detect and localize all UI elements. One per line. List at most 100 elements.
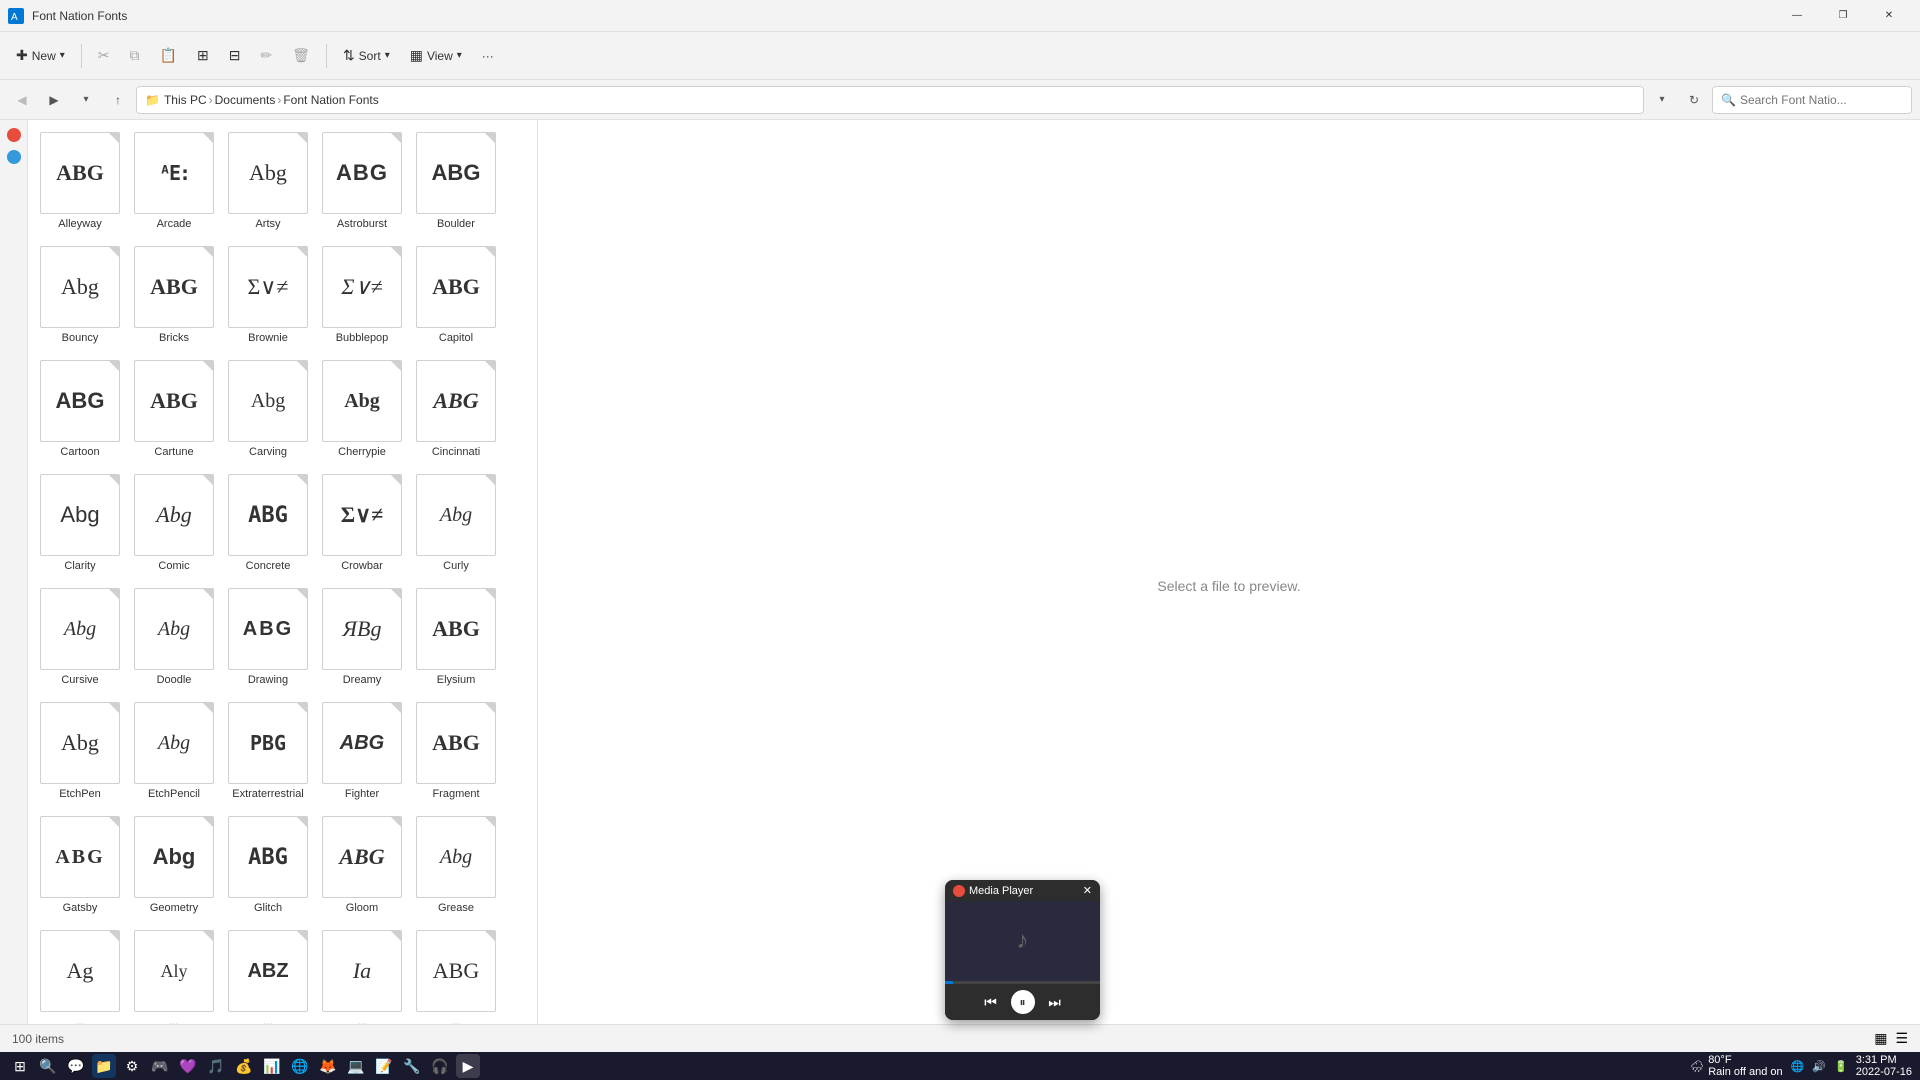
- forward-button[interactable]: ▶: [40, 86, 68, 114]
- new-button[interactable]: ✚ New ▾: [8, 38, 73, 74]
- font-item-fighter[interactable]: ABG Fighter: [318, 698, 406, 808]
- taskbar-tools[interactable]: 🔧: [400, 1054, 424, 1078]
- volume-icon[interactable]: 🔊: [1812, 1060, 1826, 1073]
- more-button[interactable]: ···: [474, 38, 502, 74]
- font-item-gloom[interactable]: ABG Gloom: [318, 812, 406, 922]
- grid-view-button[interactable]: ▦: [1874, 1030, 1887, 1047]
- up-button[interactable]: ↑: [104, 86, 132, 114]
- font-item-crowbar[interactable]: Σ∨≠ Crowbar: [318, 470, 406, 580]
- font-item----[interactable]: Ia ...: [318, 926, 406, 1036]
- font-item-etchpencil[interactable]: Abg EtchPencil: [130, 698, 218, 808]
- font-item-concrete[interactable]: ABG Concrete: [224, 470, 312, 580]
- font-item-brownie[interactable]: Σ∨≠ Brownie: [224, 242, 312, 352]
- taskbar-settings[interactable]: ⚙: [120, 1054, 144, 1078]
- font-item-clarity[interactable]: Abg Clarity: [36, 470, 124, 580]
- rename-button[interactable]: ✏: [252, 38, 280, 74]
- taskbar-edge[interactable]: 🌐: [288, 1054, 312, 1078]
- address-input[interactable]: 📁 This PC › Documents › Font Nation Font…: [136, 86, 1644, 114]
- font-item-etchpen[interactable]: Abg EtchPen: [36, 698, 124, 808]
- pin-red[interactable]: [7, 128, 21, 142]
- font-item-bricks[interactable]: ABG Bricks: [130, 242, 218, 352]
- back-button[interactable]: ◀: [8, 86, 36, 114]
- font-item-cherrypie[interactable]: Abg Cherrypie: [318, 356, 406, 466]
- font-item-extraterrestrial[interactable]: ΡВG Extraterrestrial: [224, 698, 312, 808]
- taskbar-terminal[interactable]: 💻: [344, 1054, 368, 1078]
- cut-button[interactable]: ✂: [90, 38, 118, 74]
- font-preview-box: ᴬE:: [134, 132, 214, 214]
- font-preview-box: Abg: [40, 474, 120, 556]
- media-next-button[interactable]: ⏭: [1043, 990, 1067, 1014]
- refresh-button[interactable]: ↻: [1680, 86, 1708, 114]
- font-item-elysium[interactable]: ABG Elysium: [412, 584, 500, 694]
- font-item----[interactable]: Aly ...: [130, 926, 218, 1036]
- view-button[interactable]: ▦ View ▾: [402, 38, 470, 74]
- media-player-close[interactable]: ✕: [1083, 884, 1092, 897]
- font-item-glitch[interactable]: ABG Glitch: [224, 812, 312, 922]
- font-item-dreamy[interactable]: ЯBg Dreamy: [318, 584, 406, 694]
- font-item-grease[interactable]: Abg Grease: [412, 812, 500, 922]
- recent-button[interactable]: ▾: [72, 86, 100, 114]
- list-view-button[interactable]: ☰: [1895, 1030, 1908, 1047]
- taskbar-music[interactable]: 🎵: [204, 1054, 228, 1078]
- font-item----[interactable]: Ag ...: [36, 926, 124, 1036]
- font-preview-text: Abg: [64, 618, 96, 641]
- font-item-arcade[interactable]: ᴬE: Arcade: [130, 128, 218, 238]
- system-clock[interactable]: 3:31 PM 2022-07-16: [1856, 1054, 1912, 1078]
- copy-button[interactable]: ⧉: [122, 38, 148, 74]
- taskbar-money[interactable]: 💰: [232, 1054, 256, 1078]
- font-preview-text: Ia: [353, 958, 371, 984]
- font-item-alleyway[interactable]: ABG Alleyway: [36, 128, 124, 238]
- taskbar-firefox[interactable]: 🦊: [316, 1054, 340, 1078]
- font-preview-text: Abg: [344, 390, 380, 413]
- pin-blue[interactable]: [7, 150, 21, 164]
- taskbar-media[interactable]: ▶: [456, 1054, 480, 1078]
- font-item-bouncy[interactable]: Abg Bouncy: [36, 242, 124, 352]
- font-item-astroburst[interactable]: ABG Astroburst: [318, 128, 406, 238]
- font-item-curly[interactable]: Abg Curly: [412, 470, 500, 580]
- font-item-cursive[interactable]: Abg Cursive: [36, 584, 124, 694]
- font-item-gatsby[interactable]: ABG Gatsby: [36, 812, 124, 922]
- font-item-doodle[interactable]: Abg Doodle: [130, 584, 218, 694]
- font-item-drawing[interactable]: ABG Drawing: [224, 584, 312, 694]
- restore-button[interactable]: ❐: [1820, 0, 1866, 32]
- taskbar-game[interactable]: 🎮: [148, 1054, 172, 1078]
- network-icon[interactable]: 🌐: [1791, 1060, 1805, 1073]
- font-name-label: Gatsby: [38, 902, 123, 914]
- moveto-button[interactable]: ⊞: [189, 38, 217, 74]
- taskbar-chart[interactable]: 📊: [260, 1054, 284, 1078]
- media-prev-button[interactable]: ⏮: [979, 990, 1003, 1014]
- taskbar-headphones[interactable]: 🎧: [428, 1054, 452, 1078]
- taskbar-search[interactable]: 🔍: [36, 1054, 60, 1078]
- taskbar-word[interactable]: 📝: [372, 1054, 396, 1078]
- font-item-cartoon[interactable]: ABG Cartoon: [36, 356, 124, 466]
- font-preview-text: ABG: [433, 958, 479, 984]
- font-item-carving[interactable]: Abg Carving: [224, 356, 312, 466]
- taskbar-files[interactable]: 📁: [92, 1054, 116, 1078]
- font-item-geometry[interactable]: Abg Geometry: [130, 812, 218, 922]
- font-item-bubblepop[interactable]: Σ∨≠ Bubblepop: [318, 242, 406, 352]
- font-item-cincinnati[interactable]: ABG Cincinnati: [412, 356, 500, 466]
- media-player-progress[interactable]: [945, 981, 1100, 984]
- font-item-fragment[interactable]: ABG Fragment: [412, 698, 500, 808]
- taskbar-app1[interactable]: 💜: [176, 1054, 200, 1078]
- taskbar-chat[interactable]: 💬: [64, 1054, 88, 1078]
- font-item----[interactable]: ABZ ...: [224, 926, 312, 1036]
- font-item-capitol[interactable]: ABG Capitol: [412, 242, 500, 352]
- taskbar-start[interactable]: ⊞: [8, 1054, 32, 1078]
- font-item-cartune[interactable]: ABG Cartune: [130, 356, 218, 466]
- media-pause-button[interactable]: ⏸: [1011, 990, 1035, 1014]
- paste-button[interactable]: 📋: [152, 38, 185, 74]
- sort-button[interactable]: ⇅ Sort ▾: [335, 38, 398, 74]
- minimize-button[interactable]: —: [1774, 0, 1820, 32]
- delete-button[interactable]: 🗑: [284, 38, 318, 74]
- search-input[interactable]: [1740, 93, 1880, 107]
- close-button[interactable]: ✕: [1866, 0, 1912, 32]
- font-item-comic[interactable]: Abg Comic: [130, 470, 218, 580]
- path-dropdown-button[interactable]: ▾: [1648, 86, 1676, 114]
- font-item-artsy[interactable]: Abg Artsy: [224, 128, 312, 238]
- copyto-button[interactable]: ⊟: [221, 38, 249, 74]
- font-item-boulder[interactable]: ABG Boulder: [412, 128, 500, 238]
- search-box[interactable]: 🔍: [1712, 86, 1912, 114]
- left-panel-strip: [0, 120, 28, 1052]
- font-item----[interactable]: ABG ...: [412, 926, 500, 1036]
